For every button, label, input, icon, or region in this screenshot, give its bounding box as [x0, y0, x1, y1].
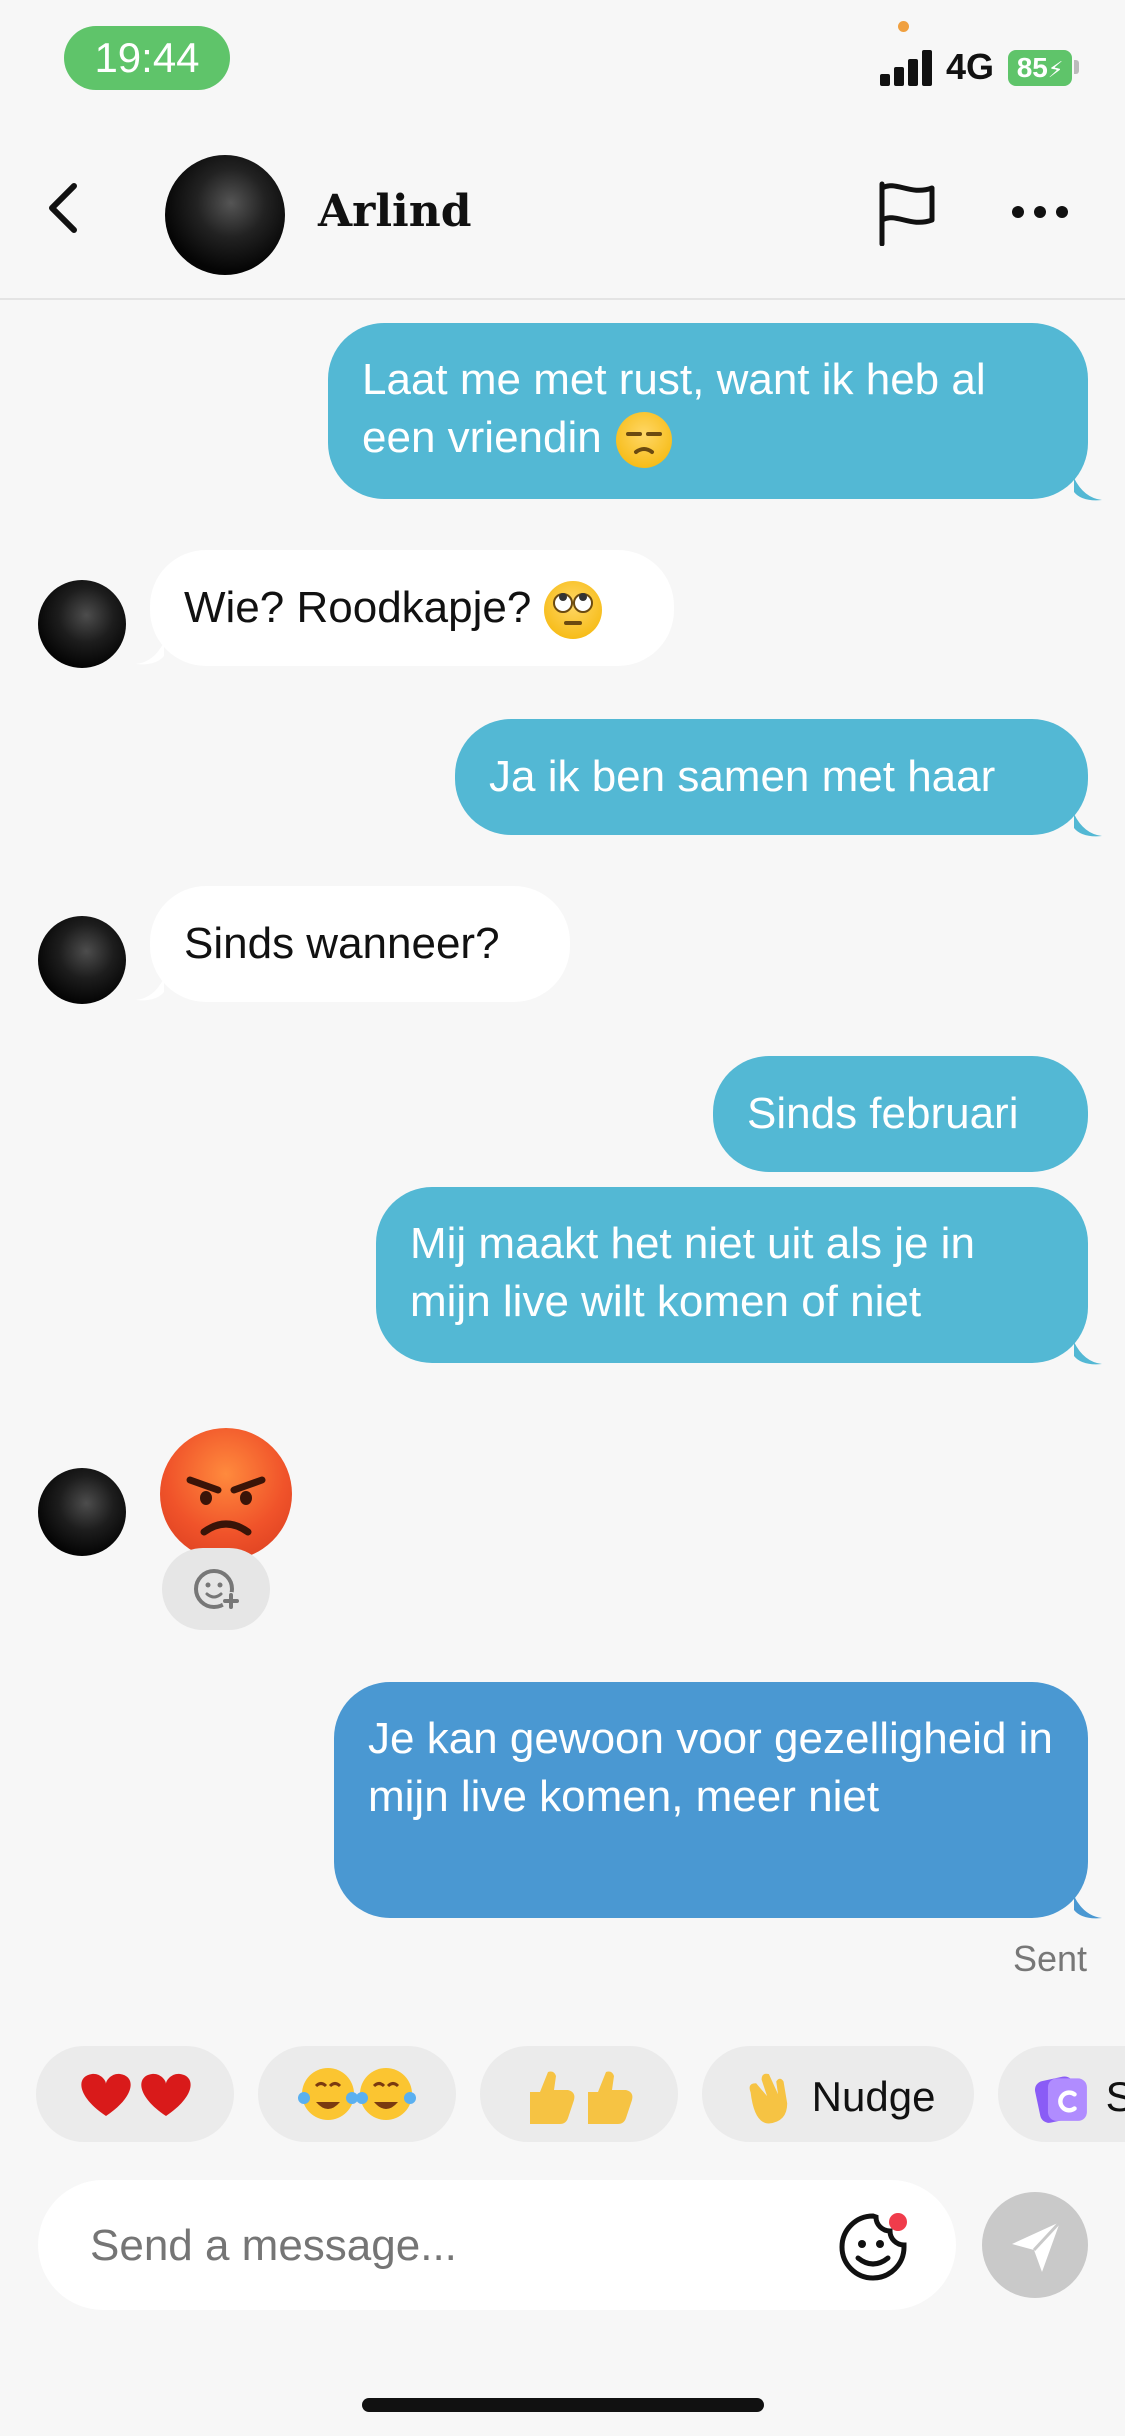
contact-avatar[interactable] — [165, 155, 285, 275]
quick-reactions-bar: Nudge S — [0, 2046, 1125, 2142]
network-type: 4G — [946, 46, 995, 87]
back-chevron-icon[interactable] — [38, 178, 98, 238]
angry-face-icon[interactable] — [160, 1428, 292, 1560]
message-text: Mij maakt het niet uit als je in mijn li… — [410, 1219, 975, 1326]
send-button[interactable] — [982, 2192, 1088, 2298]
add-reaction-button[interactable] — [162, 1548, 270, 1630]
add-reaction-icon — [194, 1569, 240, 1610]
message-text: Sinds wanneer? — [184, 919, 500, 968]
message-text: Je kan gewoon voor gezelligheid in mijn … — [368, 1714, 1053, 1821]
message-bubble-outgoing[interactable]: Sinds februari — [713, 1056, 1088, 1172]
message-input[interactable] — [88, 2180, 792, 2312]
quick-reaction-hearts[interactable] — [36, 2046, 234, 2142]
message-bubble-outgoing[interactable]: Ja ik ben samen met haar — [455, 719, 1088, 835]
nudge-label: Nudge — [811, 2072, 936, 2120]
contact-avatar-small[interactable] — [38, 916, 126, 1004]
home-indicator — [362, 2398, 764, 2412]
message-bubble-outgoing[interactable]: Je kan gewoon voor gezelligheid in mijn … — [334, 1682, 1088, 1918]
quick-reaction-sticker[interactable]: S — [998, 2046, 1125, 2142]
flag-icon[interactable] — [876, 180, 938, 246]
message-bubble-outgoing[interactable]: Laat me met rust, want ik heb al een vri… — [328, 323, 1088, 499]
contact-name[interactable]: Arlind — [318, 186, 472, 237]
sticker-label: S — [1105, 2072, 1125, 2120]
status-bar: 19:44 4G 85⚡ — [0, 0, 1125, 120]
sent-status: Sent — [1012, 1938, 1087, 1979]
double-red-heart-icon — [81, 2073, 191, 2116]
message-text: Sinds februari — [747, 1089, 1019, 1138]
message-composer — [38, 2180, 956, 2312]
battery-icon: 85⚡ — [1008, 50, 1072, 86]
purple-sticker-icon — [1034, 2076, 1087, 2123]
send-arrow-icon — [1012, 2220, 1062, 2272]
bubble-tail — [1074, 1342, 1102, 1365]
privacy-indicator-dot — [898, 21, 909, 32]
bubble-tail — [1074, 1896, 1102, 1919]
eye-roll-face-icon — [543, 581, 602, 640]
more-dots-icon[interactable] — [1010, 202, 1070, 222]
bubble-tail — [136, 978, 164, 1001]
battery-tip — [1074, 60, 1079, 74]
message-text: Ja ik ben samen met haar — [489, 752, 996, 801]
message-bubble-incoming[interactable]: Wie? Roodkapje? — [150, 550, 674, 666]
message-bubble-incoming[interactable]: Sinds wanneer? — [150, 886, 570, 1002]
message-text: Laat me met rust, want ik heb al een vri… — [362, 355, 986, 462]
message-text: Wie? Roodkapje? — [184, 583, 532, 632]
double-thumbs-up-icon — [530, 2071, 633, 2124]
cellular-signal-icon — [880, 50, 936, 86]
waving-hand-icon — [749, 2073, 788, 2124]
contact-avatar-small[interactable] — [38, 1468, 126, 1556]
quick-reaction-nudge[interactable]: Nudge — [702, 2046, 974, 2142]
battery-level: 85 — [1016, 52, 1048, 83]
sticker-face-icon[interactable] — [838, 2212, 908, 2282]
status-time: 19:44 — [64, 26, 230, 90]
chat-header: Arlind — [0, 120, 1125, 300]
unamused-face-icon — [615, 412, 672, 469]
contact-avatar-small[interactable] — [38, 580, 126, 668]
bubble-tail — [136, 642, 164, 665]
double-tears-of-joy-icon — [298, 2068, 416, 2120]
message-bubble-outgoing[interactable]: Mij maakt het niet uit als je in mijn li… — [376, 1187, 1088, 1363]
bubble-tail — [1074, 814, 1102, 837]
quick-reaction-thumbs[interactable] — [480, 2046, 678, 2142]
bubble-tail — [1074, 478, 1102, 501]
quick-reaction-laughing[interactable] — [258, 2046, 456, 2142]
